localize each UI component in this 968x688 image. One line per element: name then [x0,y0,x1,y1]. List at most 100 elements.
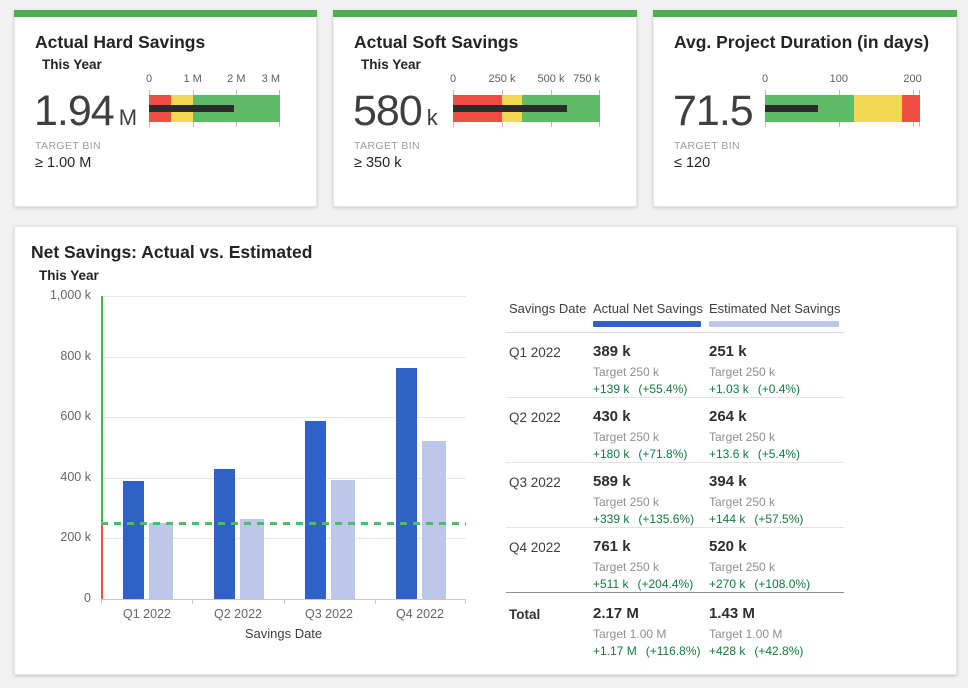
kpi-target-bin-value: ≥ 1.00 M [35,155,91,171]
estimated-value: 394 k [709,473,844,490]
actual-target: Target 1.00 M [593,627,706,641]
chart-subtitle: This Year [39,268,99,283]
card-accent-bar [653,10,957,17]
actual-target: Target 250 k [593,495,706,509]
actual-delta-percent: (+55.4%) [638,382,687,396]
y-axis-line-below-target [101,523,103,599]
card-accent-bar [333,10,637,17]
kpi-card-hard-savings: Actual Hard Savings This Year 1.94M 01 M… [14,10,317,207]
bullet-axis-labels: 0250 k500 k750 k [453,73,600,87]
bar-actual-q2-2022[interactable] [214,469,235,599]
row-date-label: Q4 2022 [506,538,590,592]
kpi-target-bin-value: ≤ 120 [674,155,710,171]
net-savings-card: Net Savings: Actual vs. Estimated This Y… [14,226,957,675]
actual-delta-percent: (+71.8%) [638,447,687,461]
bullet-measure-bar [453,105,567,112]
bullet-axis-labels: 01 M2 M3 M [149,73,280,87]
bar-estimated-q4-2022[interactable] [422,441,446,599]
y-axis-label: 0 [29,591,91,605]
bar-actual-q4-2022[interactable] [396,368,417,599]
kpi-title: Actual Hard Savings [35,32,205,53]
estimated-delta-value: +428 k [709,644,745,658]
bullet-axis-label: 500 k [538,73,565,85]
kpi-target-bin-label: TARGET BIN [674,140,740,152]
bullet-measure-bar [765,105,818,112]
x-axis-tick [284,599,285,604]
table-row-q1-2022[interactable]: Q1 2022389 kTarget 250 k+139 k(+55.4%)25… [506,333,844,398]
kpi-value-number: 580 [353,87,422,135]
estimated-delta-percent: (+0.4%) [758,382,800,396]
actual-cell: 2.17 MTarget 1.00 M+1.17 M(+116.8%) [590,605,706,658]
table-row-q3-2022[interactable]: Q3 2022589 kTarget 250 k+339 k(+135.6%)3… [506,463,844,528]
bullet-track [453,95,600,122]
bullet-measure-bar [149,105,234,112]
actual-delta: +139 k (+55.4%) [593,382,706,396]
estimated-delta-value: +1.03 k [709,382,749,396]
estimated-delta-percent: (+42.8%) [754,644,803,658]
estimated-target: Target 250 k [709,365,844,379]
actual-value: 430 k [593,408,706,425]
kpi-target-bin-label: TARGET BIN [35,140,101,152]
table-row-total[interactable]: Total2.17 MTarget 1.00 M+1.17 M(+116.8%)… [506,593,844,658]
estimated-target: Target 1.00 M [709,627,844,641]
bullet-axis-label: 750 k [573,73,600,85]
kpi-value-suffix: M [119,105,137,130]
bar-estimated-q3-2022[interactable] [331,480,355,599]
actual-target: Target 250 k [593,365,706,379]
card-accent-bar [14,10,317,17]
bullet-axis-label: 2 M [227,73,245,85]
estimated-target: Target 250 k [709,560,844,574]
estimated-delta-value: +270 k [709,577,745,591]
bullet-track [149,95,280,122]
x-axis-tick [465,599,466,604]
table-row-q2-2022[interactable]: Q2 2022430 kTarget 250 k+180 k(+71.8%)26… [506,398,844,463]
actual-delta-value: +339 k [593,512,629,526]
bar-estimated-q1-2022[interactable] [149,523,173,599]
table-row-q4-2022[interactable]: Q4 2022761 kTarget 250 k+511 k(+204.4%)5… [506,528,844,593]
kpi-title: Actual Soft Savings [354,32,518,53]
actual-target: Target 250 k [593,430,706,444]
actual-cell: 430 k Target 250 k +180 k (+71.8%) [590,408,706,462]
bar-actual-q3-2022[interactable] [305,421,326,599]
kpi-title: Avg. Project Duration (in days) [674,32,929,53]
x-axis-label: Q3 2022 [283,607,375,621]
bar-actual-q1-2022[interactable] [123,481,144,599]
actual-value: 761 k [593,538,706,555]
bullet-track [765,95,920,122]
actual-delta-value: +1.17 M [593,644,637,658]
actual-value: 2.17 M [593,605,706,622]
actual-delta-value: +180 k [593,447,629,461]
actual-series-swatch [593,321,701,327]
kpi-subtitle: This Year [361,57,421,72]
bullet-range-yellow [854,95,902,122]
estimated-value: 251 k [709,343,844,360]
kpi-subtitle: This Year [42,57,102,72]
estimated-cell: 1.43 M Target 1.00 M +428 k (+42.8%) [706,605,844,658]
estimated-target: Target 250 k [709,430,844,444]
x-axis-label: Q4 2022 [374,607,466,621]
actual-delta-percent: (+204.4%) [637,577,693,591]
x-axis-title: Savings Date [101,626,466,641]
bar-estimated-q2-2022[interactable] [240,519,264,599]
net-savings-table: Savings DateActual Net SavingsEstimated … [506,293,844,658]
bullet-axis-label: 3 M [262,73,280,85]
actual-delta: +180 k (+71.8%) [593,447,706,461]
table-column-header-label: Savings Date [509,301,590,316]
estimated-target: Target 250 k [709,495,844,509]
kpi-value: 71.5 [673,87,758,136]
actual-delta-value: +139 k [593,382,629,396]
estimated-value: 1.43 M [709,605,844,622]
estimated-cell: 394 kTarget 250 k+144 k(+57.5%) [706,473,844,527]
bar-chart-plot-area: 0200 k400 k600 k800 k1,000 kQ1 2022Q2 20… [101,296,466,600]
actual-delta: +339 k(+135.6%) [593,512,706,526]
bullet-chart: 0100200 [765,73,920,143]
table-column-header: Actual Net Savings [590,293,706,327]
estimated-delta-percent: (+108.0%) [754,577,810,591]
actual-delta: +511 k(+204.4%) [593,577,706,591]
row-date-label: Q2 2022 [506,408,590,462]
x-axis-tick [101,599,102,604]
kpi-value-number: 71.5 [673,87,753,135]
estimated-delta-value: +144 k [709,512,745,526]
kpi-value-suffix: k [427,105,438,130]
estimated-delta: +1.03 k (+0.4%) [709,382,844,396]
